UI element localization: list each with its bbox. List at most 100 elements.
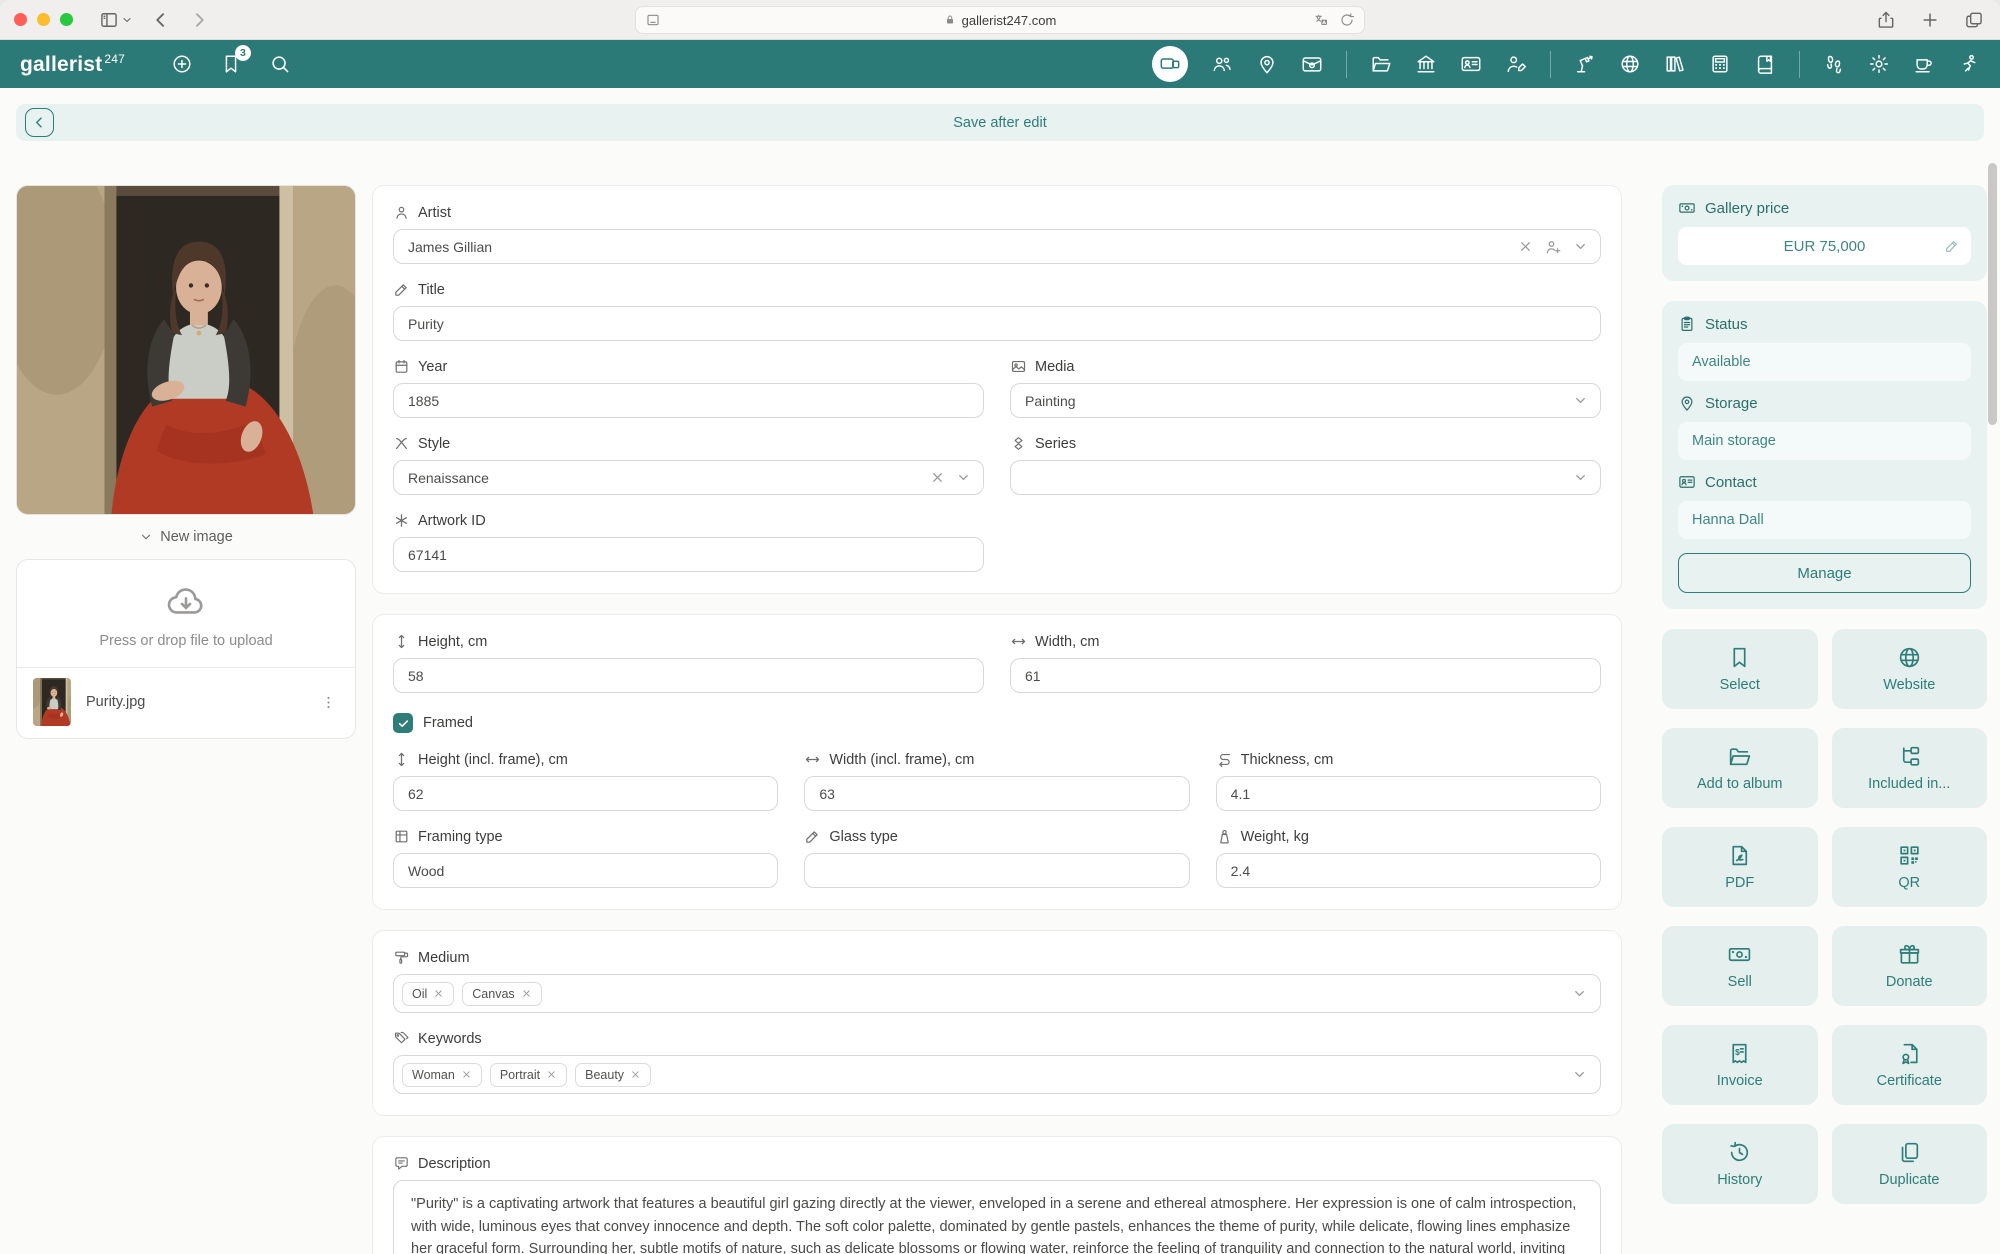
width-frame-input[interactable]: [804, 776, 1190, 811]
chevron-down-icon[interactable]: [1572, 986, 1587, 1001]
file-menu-button[interactable]: [318, 692, 339, 713]
style-select[interactable]: [393, 460, 984, 495]
description-textarea[interactable]: "Purity" is a captivating artwork that f…: [393, 1180, 1601, 1254]
scrollbar-thumb[interactable]: [1988, 163, 1997, 425]
sidebar-chevron-icon[interactable]: [121, 14, 133, 26]
media-select[interactable]: [1010, 383, 1601, 418]
nav-albums[interactable]: [1370, 53, 1392, 75]
app-logo[interactable]: gallerist 247: [20, 52, 125, 77]
pdf-button[interactable]: PDF: [1662, 827, 1818, 907]
minimize-window-button[interactable]: [37, 13, 50, 26]
page-settings-icon[interactable]: [645, 12, 661, 28]
url-bar[interactable]: gallerist247.com: [635, 6, 1365, 34]
duplicate-button[interactable]: Duplicate: [1831, 1124, 1987, 1204]
artist-input[interactable]: [393, 229, 1601, 264]
bookmarks-button[interactable]: 3: [220, 45, 251, 75]
artwork-id-input[interactable]: [393, 537, 984, 572]
glass-type-input[interactable]: [804, 853, 1190, 888]
translate-icon[interactable]: [1313, 12, 1329, 28]
history-button[interactable]: History: [1662, 1124, 1818, 1204]
clear-style-icon[interactable]: [930, 470, 945, 485]
title-input[interactable]: [393, 306, 1601, 341]
nav-studio[interactable]: [1574, 53, 1596, 75]
nav-accounting[interactable]: [1709, 53, 1731, 75]
year-input[interactable]: [393, 383, 984, 418]
certificate-button[interactable]: Certificate: [1831, 1025, 1987, 1105]
edit-price-icon[interactable]: [1944, 238, 1960, 254]
thickness-input[interactable]: [1215, 776, 1601, 811]
forward-navigation-icon[interactable]: [189, 10, 209, 30]
included-in-button[interactable]: Included in...: [1831, 728, 1987, 808]
reload-icon[interactable]: [1339, 12, 1355, 28]
file-dropzone[interactable]: Press or drop file to upload: [17, 560, 355, 668]
nav-clients[interactable]: [1505, 53, 1527, 75]
chevron-down-icon[interactable]: [1573, 393, 1588, 408]
chevron-down-icon[interactable]: [1572, 1067, 1587, 1082]
tag-pill[interactable]: Oil: [402, 981, 455, 1006]
framing-type-input[interactable]: [393, 853, 779, 888]
nav-contact-cards[interactable]: [1460, 53, 1482, 75]
search-button[interactable]: [269, 53, 291, 75]
back-navigation-icon[interactable]: [151, 10, 171, 30]
save-after-edit-link[interactable]: Save after edit: [953, 115, 1047, 131]
artwork-image[interactable]: [16, 185, 356, 515]
remove-tag-icon[interactable]: [461, 1069, 472, 1080]
remove-tag-icon[interactable]: [521, 988, 532, 999]
remove-tag-icon[interactable]: [433, 988, 444, 999]
website-button[interactable]: Website: [1831, 629, 1987, 709]
select-button[interactable]: Select: [1662, 629, 1818, 709]
height-input[interactable]: [393, 658, 984, 693]
nav-settings[interactable]: [1868, 53, 1890, 75]
nav-contacts[interactable]: [1211, 53, 1233, 75]
chevron-down-icon[interactable]: [1573, 239, 1588, 254]
nav-institutions[interactable]: [1415, 53, 1437, 75]
status-field[interactable]: Available: [1678, 343, 1971, 381]
chevron-down-icon[interactable]: [1573, 470, 1588, 485]
weight-input[interactable]: [1215, 853, 1601, 888]
keywords-tags-input[interactable]: Woman Portrait Beauty: [393, 1055, 1601, 1094]
donate-button[interactable]: Donate: [1831, 926, 1987, 1006]
nav-locations[interactable]: [1256, 53, 1278, 75]
new-image-dropdown[interactable]: New image: [16, 529, 356, 545]
contact-field[interactable]: Hanna Dall: [1678, 501, 1971, 539]
tag-pill[interactable]: Canvas: [462, 981, 542, 1006]
add-person-icon[interactable]: [1544, 238, 1562, 256]
close-window-button[interactable]: [14, 13, 27, 26]
medium-tags-input[interactable]: Oil Canvas: [393, 974, 1601, 1013]
nav-catalog[interactable]: [1754, 53, 1776, 75]
nav-lounge[interactable]: [1913, 53, 1935, 75]
width-input[interactable]: [1010, 658, 1601, 693]
back-button[interactable]: [25, 108, 54, 137]
tag-pill[interactable]: Portrait: [489, 1062, 568, 1087]
gallery-price-field[interactable]: EUR 75,000: [1678, 227, 1971, 265]
remove-tag-icon[interactable]: [630, 1069, 641, 1080]
series-select[interactable]: [1010, 460, 1601, 495]
nav-website[interactable]: [1619, 53, 1641, 75]
manage-button[interactable]: Manage: [1678, 553, 1971, 593]
page-scrollbar[interactable]: [1988, 163, 1997, 1248]
sidebar-toggle-icon[interactable]: [99, 10, 119, 30]
tag-pill[interactable]: Woman: [402, 1062, 482, 1087]
clear-artist-icon[interactable]: [1518, 239, 1533, 254]
add-to-album-button[interactable]: Add to album: [1662, 728, 1818, 808]
new-tab-icon[interactable]: [1920, 10, 1940, 30]
nav-library[interactable]: [1664, 53, 1686, 75]
qr-button[interactable]: QR: [1831, 827, 1987, 907]
framed-checkbox-row[interactable]: Framed: [393, 713, 1601, 733]
sell-button[interactable]: Sell: [1662, 926, 1818, 1006]
file-list-item[interactable]: Purity.jpg: [17, 668, 355, 738]
tag-pill[interactable]: Beauty: [575, 1062, 652, 1087]
tab-overview-icon[interactable]: [1964, 10, 1984, 30]
nav-artworks-active[interactable]: [1152, 46, 1188, 82]
zoom-window-button[interactable]: [60, 13, 73, 26]
framed-checkbox[interactable]: [393, 713, 413, 733]
share-icon[interactable]: [1876, 10, 1896, 30]
nav-tracking[interactable]: [1823, 53, 1845, 75]
nav-sales[interactable]: [1301, 53, 1323, 75]
remove-tag-icon[interactable]: [546, 1069, 557, 1080]
nav-logout[interactable]: [1958, 53, 1980, 75]
invoice-button[interactable]: Invoice: [1662, 1025, 1818, 1105]
storage-field[interactable]: Main storage: [1678, 422, 1971, 460]
chevron-down-icon[interactable]: [956, 470, 971, 485]
height-frame-input[interactable]: [393, 776, 779, 811]
